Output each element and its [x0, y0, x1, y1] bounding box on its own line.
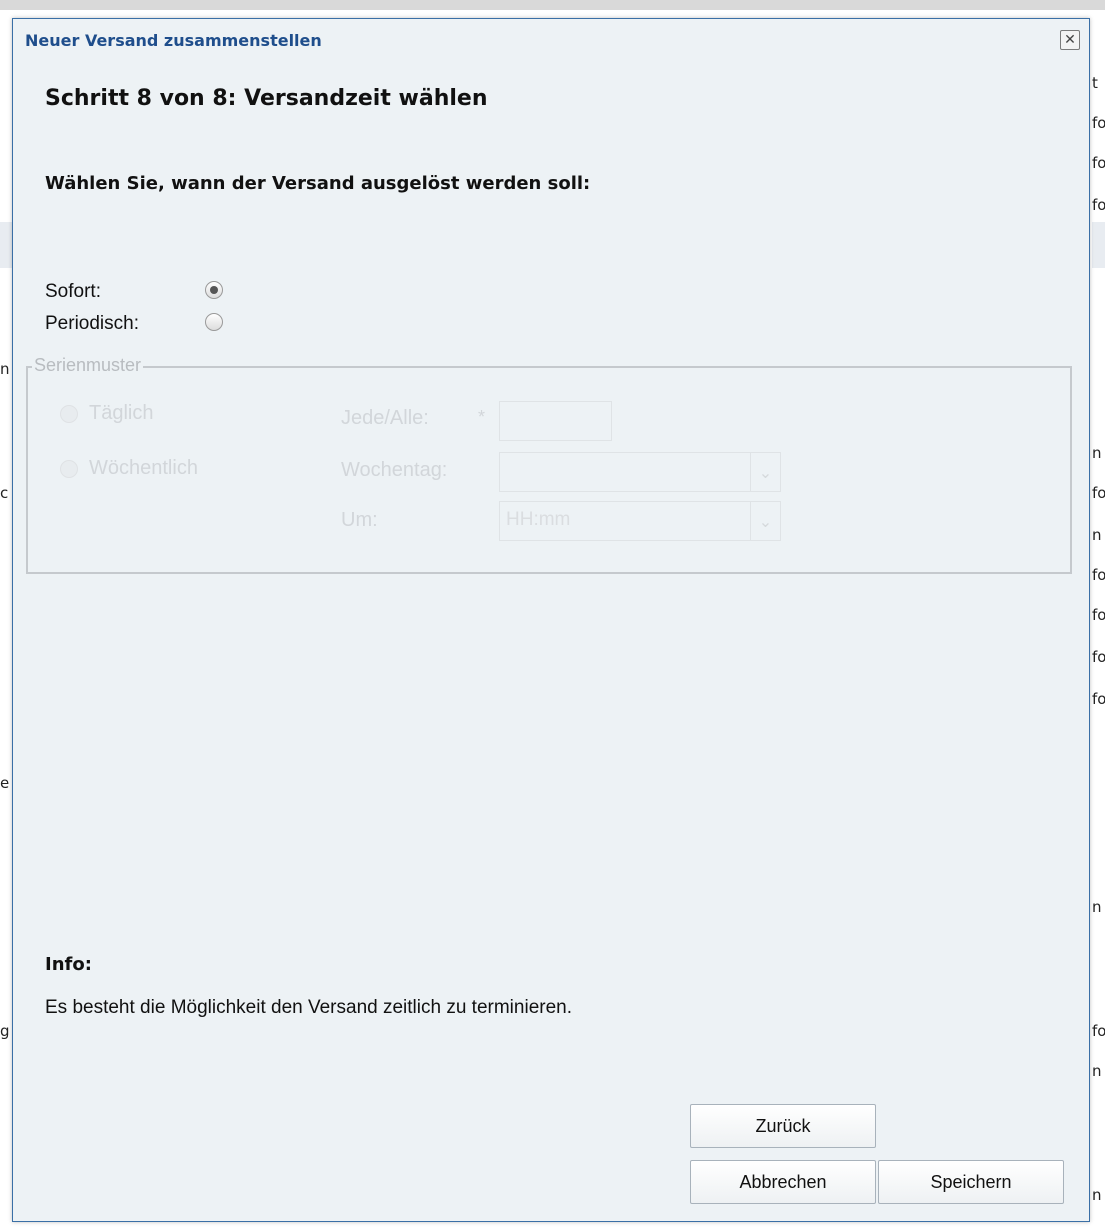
- background-cell-text: fo: [1092, 690, 1105, 708]
- background-cell-text: c: [0, 484, 9, 502]
- background-cell-text: n: [1092, 898, 1102, 916]
- background-cell-text: n: [1092, 1062, 1102, 1080]
- serienmuster-legend: Serienmuster: [32, 355, 144, 376]
- background-cell-text: n: [0, 360, 10, 378]
- wochentag-select[interactable]: ⌄: [499, 452, 781, 492]
- background-cell-text: fo: [1092, 566, 1105, 584]
- radio-woechentlich[interactable]: [60, 460, 78, 478]
- background-cell-text: g: [0, 1022, 10, 1040]
- wizard-dialog: Neuer Versand zusammenstellen ✕ Schritt …: [12, 18, 1090, 1222]
- close-icon: ✕: [1064, 32, 1076, 48]
- background-cell-text: fo: [1092, 484, 1105, 502]
- background-cell-text: t: [1092, 74, 1098, 92]
- dialog-title: Neuer Versand zusammenstellen: [25, 31, 322, 50]
- step-title: Schritt 8 von 8: Versandzeit wählen: [45, 86, 488, 111]
- background-cell-text: n: [1092, 444, 1102, 462]
- option-label-periodisch: Periodisch:: [45, 313, 139, 334]
- jede-alle-input[interactable]: [499, 401, 612, 441]
- radio-taeglich[interactable]: [60, 405, 78, 423]
- label-um: Um:: [341, 509, 378, 531]
- background-row-highlight: [0, 222, 12, 268]
- background-row-highlight: [1092, 222, 1105, 268]
- info-text: Es besteht die Möglichkeit den Versand z…: [45, 997, 572, 1018]
- um-placeholder: HH:mm: [506, 509, 571, 530]
- background-cell-text: n: [1092, 526, 1102, 544]
- radio-sofort[interactable]: [205, 281, 223, 299]
- um-time-select[interactable]: HH:mm ⌄: [499, 501, 781, 541]
- background-cell-text: fo: [1092, 154, 1105, 172]
- background-cell-text: fo: [1092, 606, 1105, 624]
- info-heading: Info:: [45, 954, 92, 975]
- background-header-strip: [0, 0, 1105, 10]
- background-cell-text: n: [1092, 1186, 1102, 1204]
- background-cell-text: fo: [1092, 196, 1105, 214]
- chevron-down-icon[interactable]: ⌄: [750, 453, 780, 491]
- background-cell-text: fo: [1092, 648, 1105, 666]
- save-button[interactable]: Speichern: [878, 1160, 1064, 1204]
- label-taeglich: Täglich: [89, 402, 154, 424]
- prompt-text: Wählen Sie, wann der Versand ausgelöst w…: [45, 173, 591, 194]
- chevron-down-icon[interactable]: ⌄: [750, 502, 780, 540]
- radio-periodisch[interactable]: [205, 313, 223, 331]
- cancel-button[interactable]: Abbrechen: [690, 1160, 876, 1204]
- background-cell-text: e: [0, 774, 10, 792]
- option-label-sofort: Sofort:: [45, 281, 101, 302]
- background-cell-text: fo: [1092, 114, 1105, 132]
- close-button[interactable]: ✕: [1060, 30, 1080, 50]
- back-button[interactable]: Zurück: [690, 1104, 876, 1148]
- label-jede-alle: Jede/Alle:: [341, 407, 429, 429]
- label-wochentag: Wochentag:: [341, 459, 448, 481]
- background-cell-text: fo: [1092, 1022, 1105, 1040]
- label-woechentlich: Wöchentlich: [89, 457, 198, 479]
- required-marker: *: [478, 407, 486, 427]
